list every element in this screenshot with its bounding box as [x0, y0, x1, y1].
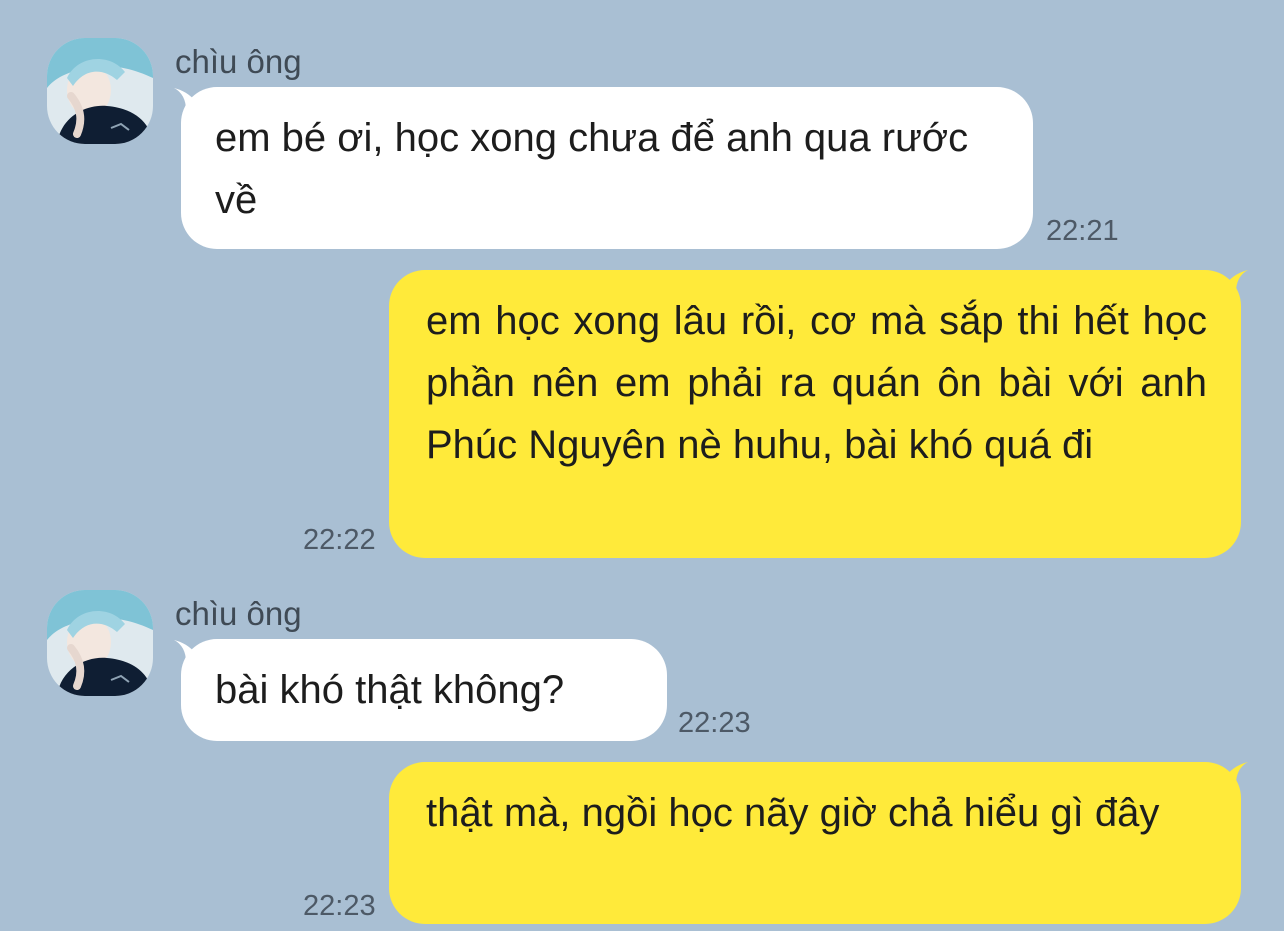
message-text: em học xong lâu rồi, cơ mà sắp thi hết h… [426, 299, 1207, 467]
message-text: bài khó thật không? [215, 668, 565, 712]
sender-name: chìu ông [175, 595, 302, 632]
message-text: em bé ơi, học xong chưa để anh qua rước … [215, 116, 969, 222]
bubble-tail [1226, 762, 1248, 784]
contact-avatar[interactable] [47, 38, 153, 144]
message-timestamp: 22:22 [303, 524, 376, 556]
bubble-tail [1226, 270, 1248, 292]
message-timestamp: 22:23 [303, 890, 376, 922]
sender-name: chìu ông [175, 43, 302, 80]
message-timestamp: 22:23 [678, 707, 751, 739]
contact-avatar[interactable] [47, 590, 153, 696]
message-bubble-incoming[interactable]: em bé ơi, học xong chưa để anh qua rước … [181, 87, 1033, 249]
message-timestamp: 22:21 [1046, 215, 1119, 247]
message-bubble-incoming[interactable]: bài khó thật không? [181, 639, 667, 741]
message-bubble-outgoing[interactable]: thật mà, ngồi học nãy giờ chả hiểu gì đâ… [389, 762, 1241, 924]
message-bubble-outgoing[interactable]: em học xong lâu rồi, cơ mà sắp thi hết h… [389, 270, 1241, 558]
message-text: thật mà, ngồi học nãy giờ chả hiểu gì đâ… [426, 791, 1160, 835]
chat-thread: chìu ông em bé ơi, học xong chưa để anh … [0, 0, 1284, 931]
